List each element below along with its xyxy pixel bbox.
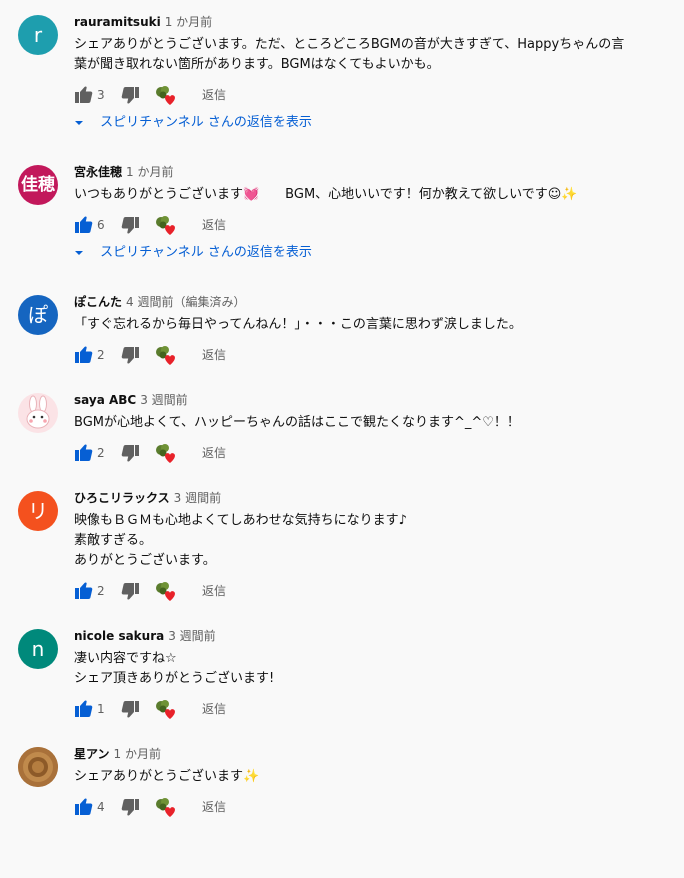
caret-down-icon [74,243,88,263]
comment-body: saya ABC 3 週間前 BGMが心地よくて、ハッピーちゃんの話はここで観たく… [74,392,674,465]
like-icon[interactable] [74,213,94,237]
like-icon[interactable] [74,579,94,603]
like-count: 2 [97,584,105,598]
dislike-icon[interactable] [120,83,140,107]
comment-header: ぽこんた 4 週間前（編集済み） [74,294,674,310]
creator-heart-icon [154,697,180,721]
comment-actions: 4 返信 [74,795,674,819]
comments-section: r rauramitsuki 1 か月前 シェアありがとうございます。ただ、ところ… [0,0,684,878]
comment-text: シェアありがとうございます。ただ、ところどころBGMの音が大きすぎて、Happy… [74,37,625,72]
avatar[interactable]: ぽ [18,295,58,335]
dislike-icon[interactable] [120,441,140,465]
comment-text: BGMが心地よくて、ハッピーちゃんの話はここで観たくなります^_^♡！！ [74,415,520,430]
like-count: 2 [97,446,105,460]
comment-body: 星アン 1 か月前 シェアありがとうございます✨ 4 返信 [74,746,674,819]
avatar-initial: r [33,23,43,47]
comment-actions: 1 返信 [74,697,674,721]
avatar-initial: 佳穂 [21,175,55,195]
creator-heart-icon [154,795,180,819]
author-name[interactable]: 星アン [74,747,110,761]
comment-text: 「すぐ忘れるから毎日やってんねん！」・・・この言葉に思わず涙しました。 [74,317,522,332]
comment-actions: 2 返信 [74,579,674,603]
comment-body: nicole sakura 3 週間前 凄い内容ですね☆ シェア頂きありがとうござ… [74,628,674,721]
view-replies-button[interactable]: スピリチャンネル さんの返信を表示 [74,243,674,263]
like-count: 4 [97,800,105,814]
avatar-initial: ぽ [28,303,48,327]
avatar[interactable]: リ [18,491,58,531]
reply-button[interactable]: 返信 [202,795,226,819]
reply-button[interactable]: 返信 [202,697,226,721]
comment-header: 宮永佳穂 1 か月前 [74,164,674,180]
avatar-initial: n [31,637,45,661]
author-name[interactable]: 宮永佳穂 [74,165,122,179]
avatar[interactable] [18,393,58,433]
view-replies-button[interactable]: スピリチャンネル さんの返信を表示 [74,113,674,133]
reply-button[interactable]: 返信 [202,343,226,367]
reply-button[interactable]: 返信 [202,441,226,465]
avatar-initial: リ [28,499,48,523]
comment-header: rauramitsuki 1 か月前 [74,14,674,30]
like-icon[interactable] [74,441,94,465]
like-icon[interactable] [74,343,94,367]
avatar[interactable]: r [18,15,58,55]
comment-body: ぽこんた 4 週間前（編集済み） 「すぐ忘れるから毎日やってんねん！」・・・この言… [74,294,674,367]
comment-actions: 6 返信 [74,213,674,237]
creator-heart-icon [154,441,180,465]
dislike-icon[interactable] [120,213,140,237]
comment-actions: 2 返信 [74,441,674,465]
comment-time[interactable]: 3 週間前 [174,491,221,505]
comment-body: rauramitsuki 1 か月前 シェアありがとうございます。ただ、ところどこ… [74,14,674,133]
comment-header: nicole sakura 3 週間前 [74,628,674,644]
like-count: 3 [97,88,105,102]
author-name[interactable]: nicole sakura [74,629,164,643]
comment-actions: 2 返信 [74,343,674,367]
like-icon[interactable] [74,697,94,721]
creator-heart-icon [154,579,180,603]
like-icon[interactable] [74,795,94,819]
view-replies-label: スピリチャンネル さんの返信を表示 [100,115,312,130]
author-name[interactable]: ひろこリラックス [74,491,170,505]
reply-button[interactable]: 返信 [202,83,226,107]
comment-body: 宮永佳穂 1 か月前 いつもありがとうございます💓 BGM、心地いいです！何か教え… [74,164,674,263]
comment-body: ひろこリラックス 3 週間前 映像もＢＧＭも心地よくてしあわせな気持ちになります♪… [74,490,674,603]
comment-text: シェアありがとうございます✨ [74,769,260,784]
author-name[interactable]: ぽこんた [74,295,122,309]
author-name[interactable]: saya ABC [74,393,136,407]
reply-button[interactable]: 返信 [202,213,226,237]
comment-time[interactable]: 3 週間前 [140,393,187,407]
comment-actions: 3 返信 [74,83,674,107]
dislike-icon[interactable] [120,697,140,721]
comment-time[interactable]: 1 か月前 [126,165,173,179]
comment-header: ひろこリラックス 3 週間前 [74,490,674,506]
creator-heart-icon [154,213,180,237]
like-icon[interactable] [74,83,94,107]
like-count: 2 [97,348,105,362]
avatar[interactable]: n [18,629,58,669]
comment-header: saya ABC 3 週間前 [74,392,674,408]
comment-text: 凄い内容ですね☆ シェア頂きありがとうございます! [74,651,275,686]
comment-header: 星アン 1 か月前 [74,746,674,762]
reply-button[interactable]: 返信 [202,579,226,603]
comment-text: いつもありがとうございます💓 BGM、心地いいです！何か教えて欲しいです☺✨ [74,187,578,202]
like-count: 6 [97,218,105,232]
dislike-icon[interactable] [120,343,140,367]
caret-down-icon [74,113,88,133]
comment-time[interactable]: 1 か月前 [165,15,212,29]
dislike-icon[interactable] [120,795,140,819]
creator-heart-icon [154,343,180,367]
view-replies-label: スピリチャンネル さんの返信を表示 [100,245,312,260]
avatar[interactable] [18,747,58,787]
comment-text: 映像もＢＧＭも心地よくてしあわせな気持ちになります♪ 素敵すぎる。 ありがとうご… [74,513,407,568]
author-name[interactable]: rauramitsuki [74,15,161,29]
creator-heart-icon [154,83,180,107]
like-count: 1 [97,702,105,716]
dislike-icon[interactable] [120,579,140,603]
avatar[interactable]: 佳穂 [18,165,58,205]
comment-time[interactable]: 1 か月前 [114,747,161,761]
comment-time[interactable]: 3 週間前 [168,629,215,643]
comment-time[interactable]: 4 週間前（編集済み） [126,295,245,309]
